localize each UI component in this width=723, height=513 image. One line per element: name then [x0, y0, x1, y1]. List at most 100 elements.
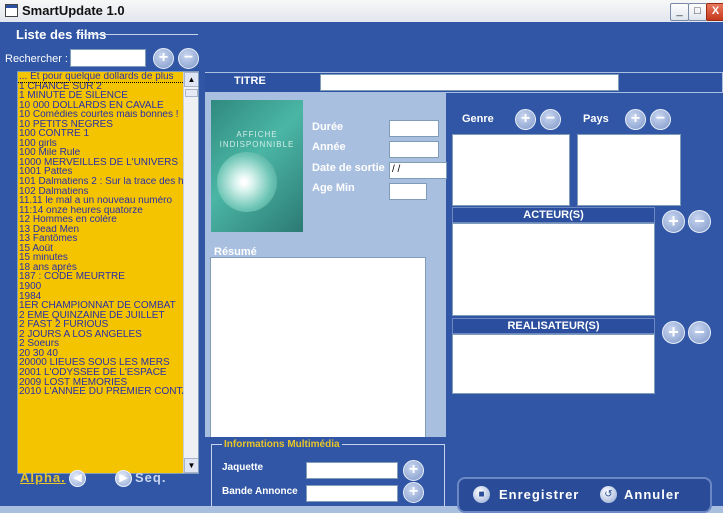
film-list-item[interactable]: 1001 Pattes: [18, 167, 184, 177]
add-jaquette-button[interactable]: +: [403, 460, 424, 481]
remove-genre-button[interactable]: −: [540, 109, 561, 130]
film-list-item[interactable]: 15 minutes: [18, 253, 184, 263]
remove-film-button[interactable]: −: [178, 48, 199, 69]
genre-label: Genre: [462, 113, 494, 125]
film-list-item[interactable]: 20000 LIEUES SOUS LES MERS: [18, 358, 184, 368]
cancel-icon[interactable]: ↺: [600, 486, 617, 503]
add-acteur-button[interactable]: +: [662, 210, 685, 233]
add-realisateur-button[interactable]: +: [662, 321, 685, 344]
minimize-button[interactable]: _: [670, 3, 689, 21]
film-list-item[interactable]: 2010 L'ANNEE DU PREMIER CONTACT: [18, 387, 184, 397]
realisateurs-list[interactable]: [452, 334, 655, 394]
film-list-item[interactable]: 13 Dead Men: [18, 225, 184, 235]
film-list-panel: Liste des films Rechercher : + − ... Et …: [0, 22, 205, 506]
bande-annonce-label: Bande Annonce: [222, 486, 298, 497]
scroll-up-button[interactable]: ▲: [184, 72, 198, 87]
add-bande-annonce-button[interactable]: +: [403, 482, 424, 503]
annee-input[interactable]: [389, 141, 439, 158]
date-sortie-label: Date de sortie: [312, 162, 385, 174]
add-film-button[interactable]: +: [153, 48, 174, 69]
add-genre-button[interactable]: +: [515, 109, 536, 130]
age-min-input[interactable]: [389, 183, 427, 200]
film-list-item[interactable]: 1900: [18, 282, 184, 292]
age-min-label: Age Min: [312, 182, 355, 194]
film-list-item[interactable]: 101 Dalmatiens 2 : Sur la trace des héro…: [18, 177, 184, 187]
add-pays-button[interactable]: +: [625, 109, 646, 130]
search-label: Rechercher :: [5, 53, 68, 65]
film-list-item[interactable]: 2001 L'ODYSSEE DE L'ESPACE: [18, 368, 184, 378]
remove-pays-button[interactable]: −: [650, 109, 671, 130]
acteurs-header: ACTEUR(S): [452, 207, 655, 223]
film-list-item[interactable]: 1 CHANCE SUR 2: [18, 82, 184, 92]
film-list-item[interactable]: 20 30 40: [18, 349, 184, 359]
window-title: SmartUpdate 1.0: [22, 3, 125, 18]
alpha-sort-link[interactable]: Alpha.: [20, 470, 66, 485]
film-list[interactable]: ... Et pour quelque dollards de plus 1 CH…: [17, 71, 199, 474]
remove-acteur-button[interactable]: −: [688, 210, 711, 233]
film-list-item[interactable]: 11:14 onze heures quatorze: [18, 206, 184, 216]
poster-text-2: INDISPONNIBLE: [219, 140, 295, 149]
save-icon[interactable]: ■: [473, 486, 490, 503]
acteurs-list[interactable]: [452, 223, 655, 316]
film-list-item[interactable]: 187 : CODE MEURTRE: [18, 272, 184, 282]
scroll-down-button[interactable]: ▼: [184, 458, 198, 473]
film-items: ... Et pour quelque dollards de plus 1 CH…: [18, 72, 198, 397]
film-list-item[interactable]: 100 Mile Rule: [18, 148, 184, 158]
pays-label: Pays: [583, 113, 609, 125]
film-list-item[interactable]: 13 Fantômes: [18, 234, 184, 244]
remove-realisateur-button[interactable]: −: [688, 321, 711, 344]
list-scrollbar[interactable]: ▲ ▼: [183, 72, 198, 473]
title-bar: SmartUpdate 1.0 _ □ X: [0, 0, 723, 23]
search-input[interactable]: [70, 49, 146, 67]
film-list-item[interactable]: 2009 LOST MEMORIES: [18, 378, 184, 388]
action-bar: ■ Enregistrer ↺ Annuler: [457, 477, 712, 513]
bande-annonce-input[interactable]: [306, 485, 398, 502]
seq-sort-link[interactable]: Seq.: [135, 470, 166, 485]
date-sortie-input[interactable]: / /: [389, 162, 447, 179]
pays-list[interactable]: [577, 134, 681, 206]
film-list-item[interactable]: 11.11 le mal a un nouveau numéro: [18, 196, 184, 206]
poster-caption: AFFICHE INDISPONNIBLE: [211, 130, 303, 150]
film-list-item[interactable]: 10 000 DOLLARDS EN CAVALE: [18, 101, 184, 111]
film-list-item[interactable]: 100 CONTRE 1: [18, 129, 184, 139]
film-list-item[interactable]: 1984: [18, 292, 184, 302]
header-band: [205, 22, 723, 72]
film-list-item[interactable]: 1ER CHAMPIONNAT DE COMBAT: [18, 301, 184, 311]
film-list-item[interactable]: 2 EME QUINZAINE DE JUILLET: [18, 311, 184, 321]
film-list-item[interactable]: 15 Août: [18, 244, 184, 254]
group-divider: [78, 34, 198, 35]
film-list-item[interactable]: 10 PETITS NEGRES: [18, 120, 184, 130]
close-button[interactable]: X: [706, 3, 723, 21]
duree-input[interactable]: [389, 120, 439, 137]
film-list-item[interactable]: 10 Comédies courtes mais bonnes !: [18, 110, 184, 120]
multimedia-title: Informations Multimédia: [222, 439, 342, 450]
save-button[interactable]: Enregistrer: [499, 487, 579, 502]
film-list-item[interactable]: 100 girls: [18, 139, 184, 149]
film-list-item[interactable]: 2 FAST 2 FURIOUS: [18, 320, 184, 330]
jaquette-label: Jaquette: [222, 462, 264, 473]
app-icon: [5, 4, 18, 17]
disc-icon: [217, 152, 277, 212]
film-list-item[interactable]: 102 Dalmatiens: [18, 187, 184, 197]
film-list-item[interactable]: 1000 MERVEILLES DE L'UNIVERS: [18, 158, 184, 168]
film-list-item[interactable]: 1 MINUTE DE SILENCE: [18, 91, 184, 101]
jaquette-input[interactable]: [306, 462, 398, 479]
arrow-right-icon[interactable]: ▶: [115, 470, 132, 487]
titre-label: TITRE: [234, 75, 266, 87]
poster-text-1: AFFICHE: [236, 130, 278, 139]
film-list-item[interactable]: 2 Soeurs: [18, 339, 184, 349]
cancel-button[interactable]: Annuler: [624, 487, 680, 502]
titre-input[interactable]: [320, 74, 619, 91]
arrow-left-icon[interactable]: ◀: [69, 470, 86, 487]
film-list-item[interactable]: 12 Hommes en colère: [18, 215, 184, 225]
realisateurs-header: REALISATEUR(S): [452, 318, 655, 334]
film-list-item[interactable]: 18 ans après: [18, 263, 184, 273]
resume-textarea[interactable]: [210, 257, 426, 452]
film-list-item[interactable]: ... Et pour quelque dollards de plus: [18, 72, 185, 83]
genre-list[interactable]: [452, 134, 570, 206]
poster-image[interactable]: AFFICHE INDISPONNIBLE: [211, 100, 303, 232]
duree-label: Durée: [312, 121, 344, 133]
maximize-button[interactable]: □: [688, 3, 707, 21]
scroll-thumb[interactable]: [185, 89, 198, 97]
film-list-item[interactable]: 2 JOURS A LOS ANGELES: [18, 330, 184, 340]
